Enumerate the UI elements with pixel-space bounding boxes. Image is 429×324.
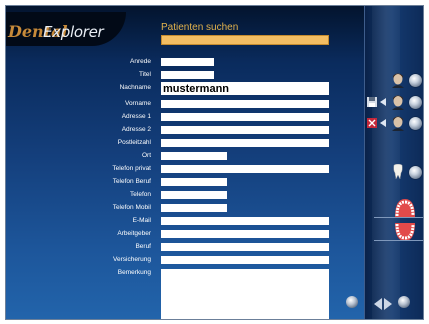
telefon-privat-field[interactable] bbox=[161, 165, 329, 173]
jaw-model-icon[interactable] bbox=[393, 197, 417, 243]
page-title: Patienten suchen bbox=[161, 22, 239, 33]
nachname-field[interactable] bbox=[161, 82, 329, 95]
bemerkung-field[interactable] bbox=[161, 269, 329, 319]
label-adresse-1: Adresse 1 bbox=[121, 113, 151, 120]
save-icon[interactable] bbox=[367, 97, 377, 107]
versicherung-field[interactable] bbox=[161, 256, 329, 264]
telefon-field[interactable] bbox=[161, 191, 227, 199]
label-anrede: Anrede bbox=[130, 58, 151, 65]
label-arbeitgeber: Arbeitgeber bbox=[117, 230, 151, 237]
patient-face-icon bbox=[392, 95, 404, 110]
email-field[interactable] bbox=[161, 217, 329, 225]
label-telefon-mobil: Telefon Mobil bbox=[112, 204, 151, 211]
titel-field[interactable] bbox=[161, 71, 214, 79]
label-nachname: Nachname bbox=[119, 84, 151, 91]
label-telefon: Telefon bbox=[130, 191, 151, 198]
postleitzahl-field[interactable] bbox=[161, 139, 329, 147]
application-window: Dental Explorer Patienten suchen Anrede … bbox=[5, 5, 424, 320]
tooth-icon[interactable] bbox=[393, 164, 403, 180]
label-email: E-Mail bbox=[132, 217, 151, 224]
label-vorname: Vorname bbox=[124, 100, 151, 107]
panel-strip bbox=[372, 6, 400, 319]
label-adresse-2: Adresse 2 bbox=[121, 126, 151, 133]
label-titel: Titel bbox=[138, 71, 151, 78]
adresse-1-field[interactable] bbox=[161, 113, 329, 121]
vorname-field[interactable] bbox=[161, 100, 329, 108]
search-input[interactable] bbox=[161, 35, 329, 45]
app-logo: Dental Explorer bbox=[6, 12, 126, 46]
delete-patient-button[interactable] bbox=[409, 117, 422, 130]
telefon-beruf-field[interactable] bbox=[161, 178, 227, 186]
label-bemerkung: Bemerkung bbox=[117, 269, 151, 276]
select-patient-button[interactable] bbox=[409, 74, 422, 87]
anrede-field[interactable] bbox=[161, 58, 214, 66]
beruf-field[interactable] bbox=[161, 243, 329, 251]
label-telefon-privat: Telefon privat bbox=[112, 165, 151, 172]
adresse-2-field[interactable] bbox=[161, 126, 329, 134]
label-postleitzahl: Postleitzahl bbox=[117, 139, 151, 146]
arrow-left-icon bbox=[380, 119, 386, 127]
arrow-left-icon bbox=[380, 98, 386, 106]
divider-line bbox=[374, 240, 423, 241]
save-patient-button[interactable] bbox=[409, 96, 422, 109]
previous-button[interactable] bbox=[346, 296, 358, 308]
arbeitgeber-field[interactable] bbox=[161, 230, 329, 238]
main-panel: Dental Explorer Patienten suchen Anrede … bbox=[6, 6, 364, 319]
patient-face-icon[interactable] bbox=[391, 72, 405, 88]
navigation-arrows-icon[interactable] bbox=[374, 297, 392, 311]
logo-explorer-text: Explorer bbox=[43, 23, 104, 41]
patient-face-icon bbox=[392, 116, 404, 131]
right-tool-panel bbox=[364, 6, 423, 319]
label-telefon-beruf: Telefon Beruf bbox=[112, 178, 151, 185]
next-button[interactable] bbox=[398, 296, 410, 308]
telefon-mobil-field[interactable] bbox=[161, 204, 227, 212]
ort-field[interactable] bbox=[161, 152, 227, 160]
label-ort: Ort bbox=[141, 152, 151, 159]
tooth-view-button[interactable] bbox=[409, 166, 422, 179]
label-beruf: Beruf bbox=[135, 243, 151, 250]
delete-icon[interactable] bbox=[367, 118, 377, 128]
label-versicherung: Versicherung bbox=[113, 256, 151, 263]
